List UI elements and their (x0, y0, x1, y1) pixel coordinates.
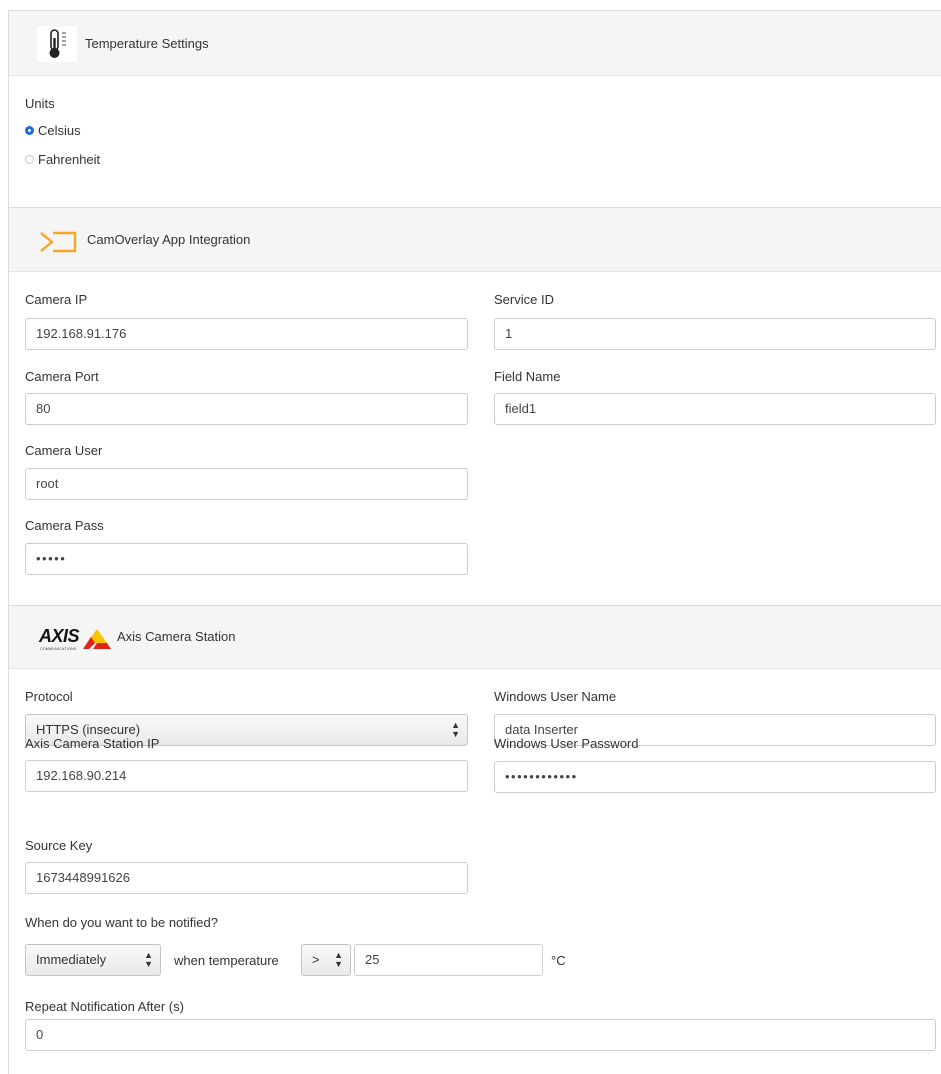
celsius-unit-suffix: °C (551, 953, 566, 968)
axis-logo-subtext: COMMUNICATIONS (40, 647, 77, 651)
camera-ip-label: Camera IP (25, 292, 88, 307)
camoverlay-title: CamOverlay App Integration (87, 232, 251, 247)
temperature-settings-title: Temperature Settings (85, 36, 209, 51)
axis-logo-text: AXIS (39, 626, 80, 646)
acs-ip-input[interactable]: 192.168.90.214 (25, 760, 468, 792)
source-key-label: Source Key (25, 838, 93, 853)
operator-select-value: > (312, 952, 320, 967)
axis-panel: AXIS COMMUNICATIONS Axis Camera Station … (8, 605, 941, 1074)
field-name-label: Field Name (494, 369, 561, 384)
axis-panel-header: AXIS COMMUNICATIONS Axis Camera Station (9, 606, 941, 669)
radio-fahrenheit[interactable]: Fahrenheit (25, 152, 100, 167)
select-arrows-icon: ▲ ▼ (451, 720, 460, 739)
radio-celsius[interactable]: Celsius (25, 123, 81, 138)
camera-pass-input[interactable]: ••••• (25, 543, 468, 575)
camoverlay-panel-header: CamOverlay App Integration (9, 208, 941, 272)
radio-fahrenheit-label: Fahrenheit (38, 152, 101, 167)
protocol-label: Protocol (25, 689, 73, 704)
operator-select[interactable]: > ▲ ▼ (301, 944, 351, 976)
thermometer-icon (37, 26, 77, 62)
when-temperature-text: when temperature (174, 953, 279, 968)
acs-ip-label: Axis Camera Station IP (25, 736, 160, 751)
notify-label: When do you want to be notified? (25, 915, 218, 930)
temperature-panel: Temperature Settings Units Celsius Fahre… (8, 10, 941, 209)
units-label: Units (25, 96, 55, 111)
notify-when-select-value: Immediately (36, 952, 107, 967)
threshold-input[interactable]: 25 (354, 944, 543, 976)
source-key-input[interactable]: 1673448991626 (25, 862, 468, 894)
service-id-label: Service ID (494, 292, 554, 307)
camera-port-input[interactable]: 80 (25, 393, 468, 425)
radio-fahrenheit-dot[interactable] (25, 155, 34, 164)
radio-celsius-label: Celsius (38, 123, 81, 138)
service-id-input[interactable]: 1 (494, 318, 936, 350)
windows-user-password-input[interactable]: •••••••••••• (494, 761, 936, 793)
camera-pass-label: Camera Pass (25, 518, 104, 533)
temperature-panel-header: Temperature Settings (9, 11, 941, 76)
axis-camera-station-title: Axis Camera Station (117, 629, 236, 644)
axis-logo: AXIS COMMUNICATIONS (39, 625, 119, 653)
camera-user-input[interactable]: root (25, 468, 468, 500)
repeat-notification-input[interactable]: 0 (25, 1019, 936, 1051)
field-name-input[interactable]: field1 (494, 393, 936, 425)
windows-user-name-label: Windows User Name (494, 689, 617, 704)
camera-port-label: Camera Port (25, 369, 99, 384)
camoverlay-logo-icon (39, 230, 79, 254)
windows-user-password-label: Windows User Password (494, 736, 639, 751)
camoverlay-panel: CamOverlay App Integration Camera IP 192… (8, 207, 941, 607)
select-arrows-icon: ▲ ▼ (144, 950, 153, 969)
camera-ip-input[interactable]: 192.168.91.176 (25, 318, 468, 350)
select-arrows-icon: ▲ ▼ (334, 950, 343, 969)
protocol-select-value: HTTPS (insecure) (36, 722, 141, 737)
camera-user-label: Camera User (25, 443, 103, 458)
radio-celsius-dot[interactable] (25, 126, 34, 135)
notify-when-select[interactable]: Immediately ▲ ▼ (25, 944, 161, 976)
repeat-notification-label: Repeat Notification After (s) (25, 999, 184, 1014)
